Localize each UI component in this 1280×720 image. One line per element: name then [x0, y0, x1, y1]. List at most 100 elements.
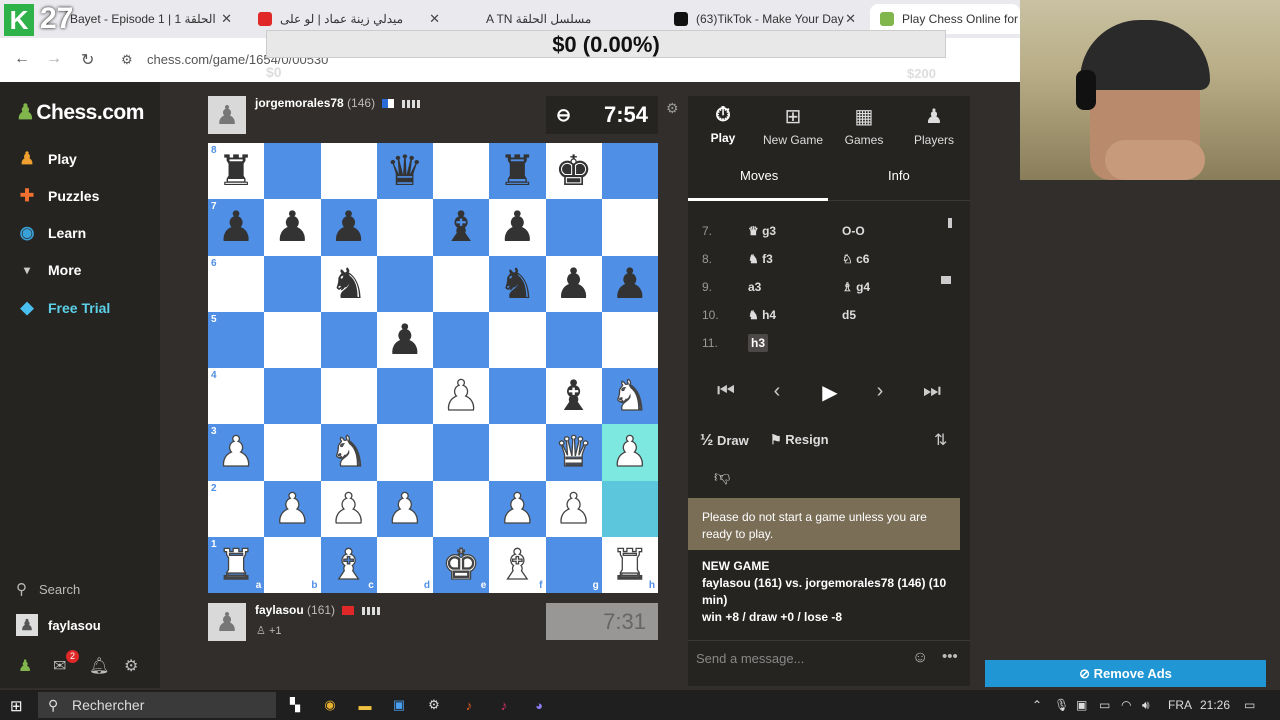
white-move[interactable]: ♞ f3	[748, 252, 773, 266]
friends-icon[interactable]: ♟	[18, 656, 32, 676]
square-d4[interactable]	[376, 368, 433, 425]
square-a5[interactable]: 5	[208, 311, 265, 368]
white-pawn-icon[interactable]: ♟	[610, 430, 649, 473]
tab-games[interactable]: ▦ Games	[829, 104, 899, 147]
square-e7[interactable]: ♝	[433, 199, 490, 256]
tab-info[interactable]: Info	[888, 168, 910, 183]
square-e4[interactable]: ♟	[433, 368, 490, 425]
black-knight-icon[interactable]: ♞	[499, 262, 537, 305]
square-d1[interactable]: d	[376, 536, 433, 593]
reload-icon[interactable]: ↻	[81, 50, 94, 70]
messages-icon[interactable]: ✉	[53, 656, 66, 676]
close-icon[interactable]: ✕	[221, 11, 232, 27]
square-c6[interactable]: ♞	[320, 255, 377, 312]
avatar[interactable]: ♟	[208, 603, 246, 641]
tab-new-game[interactable]: ⊞ New Game	[758, 104, 828, 147]
white-queen-icon[interactable]: ♛	[554, 430, 593, 473]
prev-move-icon[interactable]: ‹	[757, 380, 797, 403]
emoji-icon[interactable]: ☺	[912, 649, 928, 667]
tab-moves[interactable]: Moves	[740, 168, 778, 183]
white-move[interactable]: h3	[748, 334, 769, 352]
draw-button[interactable]: ½ Draw	[700, 432, 749, 450]
more-icon[interactable]: •••	[942, 648, 958, 665]
notifications-icon[interactable]: ▭	[1244, 698, 1255, 712]
square-g3[interactable]: ♛	[545, 424, 602, 481]
store-icon[interactable]: ▣	[388, 694, 410, 716]
tray-device-icon[interactable]: ▭	[1099, 698, 1110, 712]
square-b1[interactable]: b	[264, 536, 321, 593]
white-knight-icon[interactable]: ♞	[329, 430, 368, 473]
square-c4[interactable]	[320, 368, 377, 425]
black-pawn-icon[interactable]: ♟	[217, 206, 255, 248]
black-move[interactable]: ♗ g4	[842, 280, 870, 294]
square-h8[interactable]	[601, 143, 658, 200]
black-pawn-icon[interactable]: ♟	[555, 262, 593, 305]
white-rook-icon[interactable]: ♜	[610, 543, 649, 586]
white-rook-icon[interactable]: ♜	[217, 543, 256, 586]
black-pawn-icon[interactable]: ♟	[274, 206, 312, 248]
square-a7[interactable]: ♟ 7	[208, 199, 265, 256]
white-pawn-icon[interactable]: ♟	[442, 374, 481, 417]
square-f8[interactable]: ♜	[489, 143, 546, 200]
square-a3[interactable]: ♟ 3	[208, 424, 265, 481]
square-f5[interactable]	[489, 311, 546, 368]
square-a8[interactable]: ♜ 8	[208, 143, 265, 200]
square-e8[interactable]	[433, 143, 490, 200]
tab-play[interactable]: ⏱ Play	[688, 104, 758, 145]
square-g5[interactable]	[545, 311, 602, 368]
sidebar-item-free-trial[interactable]: ◆ Free Trial	[16, 297, 110, 319]
square-a4[interactable]: 4	[208, 368, 265, 425]
white-bishop-icon[interactable]: ♝	[498, 543, 537, 586]
square-h4[interactable]: ♞	[601, 368, 658, 425]
square-c5[interactable]	[320, 311, 377, 368]
black-move[interactable]: d5	[842, 308, 856, 322]
black-pawn-icon[interactable]: ♟	[386, 318, 424, 361]
square-b6[interactable]	[264, 255, 321, 312]
square-c2[interactable]: ♟	[320, 480, 377, 537]
square-d5[interactable]: ♟	[376, 311, 433, 368]
sidebar-item-play[interactable]: ♟ Play	[16, 148, 76, 170]
black-rook-icon[interactable]: ♜	[499, 150, 537, 192]
square-f1[interactable]: ♝ f	[489, 536, 546, 593]
square-e3[interactable]	[433, 424, 490, 481]
black-bishop-icon[interactable]: ♝	[442, 206, 480, 248]
square-h3[interactable]: ♟	[601, 424, 658, 481]
square-b7[interactable]: ♟	[264, 199, 321, 256]
site-info-icon[interactable]: ⚙	[121, 52, 133, 68]
square-c3[interactable]: ♞	[320, 424, 377, 481]
square-b5[interactable]	[264, 311, 321, 368]
square-a1[interactable]: ♜ 1 a	[208, 536, 265, 593]
square-f6[interactable]: ♞	[489, 255, 546, 312]
black-rook-icon[interactable]: ♜	[217, 150, 255, 192]
back-icon[interactable]: ←	[14, 50, 30, 68]
scrollbar-thumb[interactable]	[941, 276, 951, 284]
close-icon[interactable]: ✕	[845, 11, 856, 27]
square-g1[interactable]: g	[545, 536, 602, 593]
white-pawn-icon[interactable]: ♟	[385, 486, 424, 529]
square-a2[interactable]: 2	[208, 480, 265, 537]
avatar[interactable]: ♟	[208, 96, 246, 134]
square-h7[interactable]	[601, 199, 658, 256]
square-d8[interactable]: ♛	[376, 143, 433, 200]
white-bishop-icon[interactable]: ♝	[329, 543, 368, 586]
browser-tab-1[interactable]: Bayet - Episode 1 | الحلقة 1 ✕	[40, 4, 240, 34]
clock[interactable]: 21:26	[1200, 698, 1230, 712]
square-e6[interactable]	[433, 255, 490, 312]
square-c8[interactable]	[320, 143, 377, 200]
square-b8[interactable]	[264, 143, 321, 200]
flip-board-icon[interactable]: ⇅	[934, 430, 947, 450]
forward-icon[interactable]: →	[46, 50, 62, 68]
mic-icon[interactable]: 🎙︎	[1054, 698, 1069, 712]
chess-logo[interactable]: ♟Chess.com	[16, 100, 144, 125]
discord-icon[interactable]: ◕	[528, 694, 550, 716]
black-queen-icon[interactable]: ♛	[386, 150, 424, 192]
close-icon[interactable]: ✕	[429, 11, 440, 27]
scrollbar[interactable]	[948, 218, 952, 228]
chat-input[interactable]	[696, 651, 896, 666]
square-e5[interactable]	[433, 311, 490, 368]
square-d6[interactable]	[376, 255, 433, 312]
mic-app-icon[interactable]: ♪	[458, 694, 480, 716]
black-pawn-icon[interactable]: ♟	[499, 206, 537, 248]
next-move-icon[interactable]: ›	[860, 380, 900, 403]
square-h2[interactable]	[601, 480, 658, 537]
